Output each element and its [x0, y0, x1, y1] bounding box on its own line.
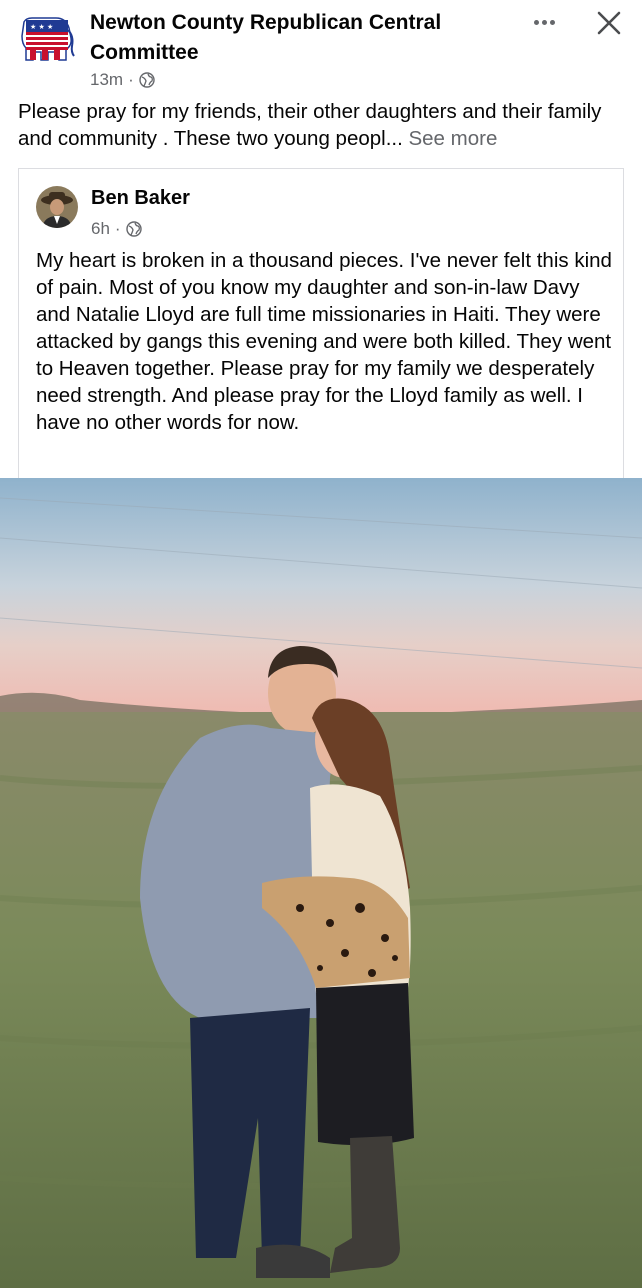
shared-post-time[interactable]: 6h [91, 219, 110, 239]
author-avatar[interactable] [36, 186, 78, 228]
page-name[interactable]: Newton County Republican Central Committ… [90, 8, 510, 68]
meta-separator: · [128, 70, 134, 89]
post-meta: 13m · [90, 70, 155, 90]
post-time[interactable]: 13m [90, 70, 123, 90]
see-more-link[interactable]: See more [408, 127, 497, 150]
post-text-body: Please pray for my friends, their other … [18, 100, 602, 150]
shared-post-card[interactable]: Ben Baker 6h · My heart is broken in a t… [18, 168, 624, 478]
globe-icon [139, 72, 155, 88]
page-avatar-gop-elephant[interactable]: ★ ★ ★ [18, 10, 76, 68]
gop-elephant-icon: ★ ★ ★ [21, 17, 75, 61]
post-header: ★ ★ ★ Newton County Republican Central C… [0, 0, 642, 100]
couple-photo[interactable] [0, 478, 642, 1288]
shared-post-text: My heart is broken in a thousand pieces.… [36, 249, 612, 434]
svg-text:★ ★ ★: ★ ★ ★ [30, 23, 53, 31]
more-horizontal-icon[interactable] [526, 8, 562, 36]
shared-post-meta: 6h · [91, 219, 142, 239]
globe-icon [125, 221, 142, 237]
close-icon[interactable] [592, 6, 626, 40]
post-text: Please pray for my friends, their other … [18, 98, 628, 152]
meta-separator: · [114, 219, 121, 238]
author-name[interactable]: Ben Baker [91, 187, 190, 210]
author-photo-icon [36, 186, 78, 228]
